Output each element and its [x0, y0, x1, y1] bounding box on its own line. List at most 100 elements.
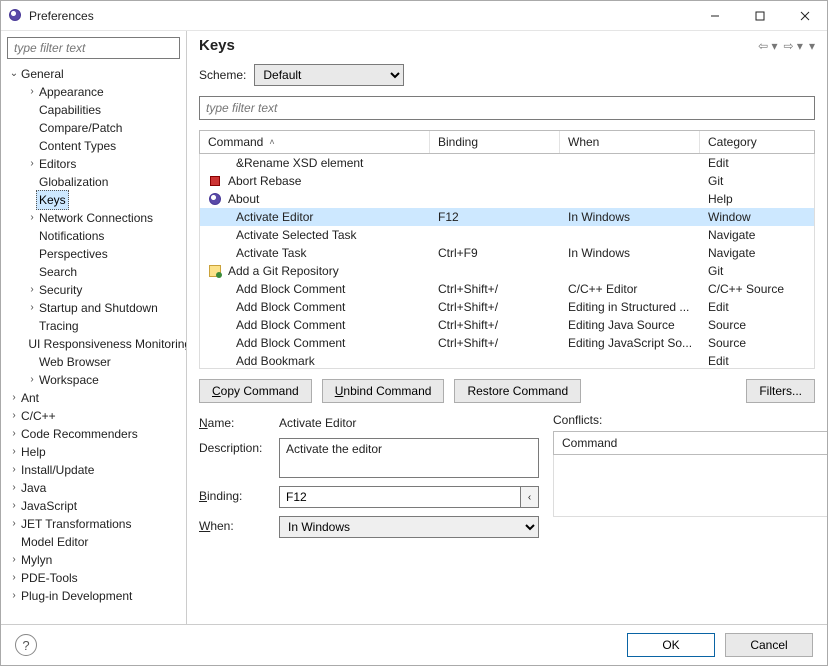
ok-button[interactable]: OK	[627, 633, 715, 657]
nav-item[interactable]: ›Install/Update	[1, 461, 186, 479]
nav-item[interactable]: ·Web Browser	[1, 353, 186, 371]
conflicts-body[interactable]	[553, 455, 827, 517]
nav-item-label: C/C++	[21, 407, 56, 425]
scheme-select[interactable]: Default	[254, 64, 404, 86]
content-hscroll[interactable]	[199, 548, 815, 565]
help-icon[interactable]: ?	[15, 634, 37, 656]
nav-item[interactable]: ›Workspace	[1, 371, 186, 389]
chevron-right-icon[interactable]: ›	[7, 443, 21, 461]
chevron-right-icon[interactable]: ›	[7, 389, 21, 407]
minimize-button[interactable]	[692, 1, 737, 30]
cell-command: Activate Editor	[236, 208, 313, 226]
table-row[interactable]: &Rename XSD elementEdit	[200, 154, 814, 172]
table-row[interactable]: Abort RebaseGit	[200, 172, 814, 190]
nav-item[interactable]: ›Help	[1, 443, 186, 461]
when-select[interactable]: In Windows	[279, 516, 539, 538]
nav-item[interactable]: ›Appearance	[1, 83, 186, 101]
close-button[interactable]	[782, 1, 827, 30]
maximize-button[interactable]	[737, 1, 782, 30]
nav-item[interactable]: ›JavaScript	[1, 497, 186, 515]
chevron-right-icon[interactable]: ›	[7, 479, 21, 497]
nav-item[interactable]: ›Mylyn	[1, 551, 186, 569]
cell-binding	[430, 154, 560, 172]
chevron-right-icon[interactable]: ›	[25, 209, 39, 227]
table-row[interactable]: Activate EditorF12In WindowsWindow	[200, 208, 814, 226]
chevron-right-icon[interactable]: ›	[25, 281, 39, 299]
nav-item[interactable]: ·Search	[1, 263, 186, 281]
cancel-button[interactable]: Cancel	[725, 633, 813, 657]
table-row[interactable]: Add Block CommentCtrl+Shift+/Editing in …	[200, 298, 814, 316]
menu-dropdown-icon[interactable]: ▾	[809, 39, 815, 53]
nav-item[interactable]: ›PDE-Tools	[1, 569, 186, 587]
column-header-category[interactable]: Category	[700, 131, 814, 153]
chevron-right-icon[interactable]: ›	[25, 83, 39, 101]
table-row[interactable]: AboutHelp	[200, 190, 814, 208]
nav-item[interactable]: ·Tracing	[1, 317, 186, 335]
forward-icon[interactable]: ⇨ ▾	[784, 39, 803, 53]
column-header-when[interactable]: When	[560, 131, 700, 153]
nav-tree[interactable]: ⌄General›Appearance·Capabilities·Compare…	[1, 63, 186, 624]
chevron-right-icon[interactable]: ›	[7, 587, 21, 605]
twisty-none: ·	[7, 533, 21, 551]
nav-item[interactable]: ·Model Editor	[1, 533, 186, 551]
chevron-down-icon[interactable]: ⌄	[7, 65, 21, 83]
table-row[interactable]: Activate Selected TaskNavigate	[200, 226, 814, 244]
nav-item[interactable]: ›Network Connections	[1, 209, 186, 227]
column-header-binding[interactable]: Binding	[430, 131, 560, 153]
nav-item[interactable]: ·Perspectives	[1, 245, 186, 263]
filters-button[interactable]: Filters...	[746, 379, 815, 403]
copy-command-button[interactable]: Copy Command	[199, 379, 312, 403]
column-header-command[interactable]: Command˄	[200, 131, 430, 153]
table-row[interactable]: Add Block CommentCtrl+Shift+/Editing Jav…	[200, 334, 814, 352]
nav-item[interactable]: ·Capabilities	[1, 101, 186, 119]
cell-category: Git	[700, 262, 814, 280]
chevron-right-icon[interactable]: ›	[7, 497, 21, 515]
nav-item[interactable]: ·Content Types	[1, 137, 186, 155]
nav-item[interactable]: ›Ant	[1, 389, 186, 407]
nav-item[interactable]: ·Keys	[1, 191, 186, 209]
table-row[interactable]: Add BookmarkEdit	[200, 352, 814, 369]
nav-item[interactable]: ·UI Responsiveness Monitoring	[1, 335, 186, 353]
nav-item[interactable]: ·Notifications	[1, 227, 186, 245]
nav-item[interactable]: ›Editors	[1, 155, 186, 173]
git-repo-icon	[208, 264, 222, 278]
binding-side-button[interactable]: ‹	[521, 486, 539, 508]
back-icon[interactable]: ⇦ ▾	[758, 39, 777, 53]
nav-item[interactable]: ›Security	[1, 281, 186, 299]
chevron-right-icon[interactable]: ›	[7, 461, 21, 479]
nav-item[interactable]: ·Compare/Patch	[1, 119, 186, 137]
table-row[interactable]: Add a Git RepositoryGit	[200, 262, 814, 280]
nav-item[interactable]: ›Java	[1, 479, 186, 497]
nav-item[interactable]: ›Startup and Shutdown	[1, 299, 186, 317]
nav-item[interactable]: ›Code Recommenders	[1, 425, 186, 443]
twisty-none: ·	[25, 227, 39, 245]
description-box: Activate the editor	[279, 438, 539, 478]
table-row[interactable]: Add Block CommentCtrl+Shift+/Editing Jav…	[200, 316, 814, 334]
nav-filter-input[interactable]	[7, 37, 180, 59]
nav-item-label: JET Transformations	[21, 515, 131, 533]
nav-item[interactable]: ›Plug-in Development	[1, 587, 186, 605]
binding-input[interactable]	[279, 486, 521, 508]
nav-item[interactable]: ›C/C++	[1, 407, 186, 425]
chevron-right-icon[interactable]: ›	[7, 551, 21, 569]
restore-command-button[interactable]: Restore Command	[454, 379, 581, 403]
table-row[interactable]: Add Block CommentCtrl+Shift+/C/C++ Edito…	[200, 280, 814, 298]
cell-command: Add Bookmark	[236, 352, 315, 369]
chevron-right-icon[interactable]: ›	[25, 155, 39, 173]
conflicts-hscroll[interactable]	[553, 521, 827, 538]
nav-item[interactable]: ⌄General	[1, 65, 186, 83]
nav-item[interactable]: ·Globalization	[1, 173, 186, 191]
chevron-right-icon[interactable]: ›	[7, 569, 21, 587]
table-row[interactable]: Activate TaskCtrl+F9In WindowsNavigate	[200, 244, 814, 262]
chevron-right-icon[interactable]: ›	[7, 425, 21, 443]
conflicts-col-command[interactable]: Command	[554, 432, 827, 454]
nav-item[interactable]: ›JET Transformations	[1, 515, 186, 533]
nav-pane: ⌄General›Appearance·Capabilities·Compare…	[1, 31, 187, 624]
chevron-right-icon[interactable]: ›	[7, 407, 21, 425]
chevron-right-icon[interactable]: ›	[7, 515, 21, 533]
nav-item-label: Keys	[36, 190, 69, 210]
chevron-right-icon[interactable]: ›	[25, 371, 39, 389]
keys-table-filter-input[interactable]	[199, 96, 815, 120]
chevron-right-icon[interactable]: ›	[25, 299, 39, 317]
unbind-command-button[interactable]: Unbind Command	[322, 379, 445, 403]
